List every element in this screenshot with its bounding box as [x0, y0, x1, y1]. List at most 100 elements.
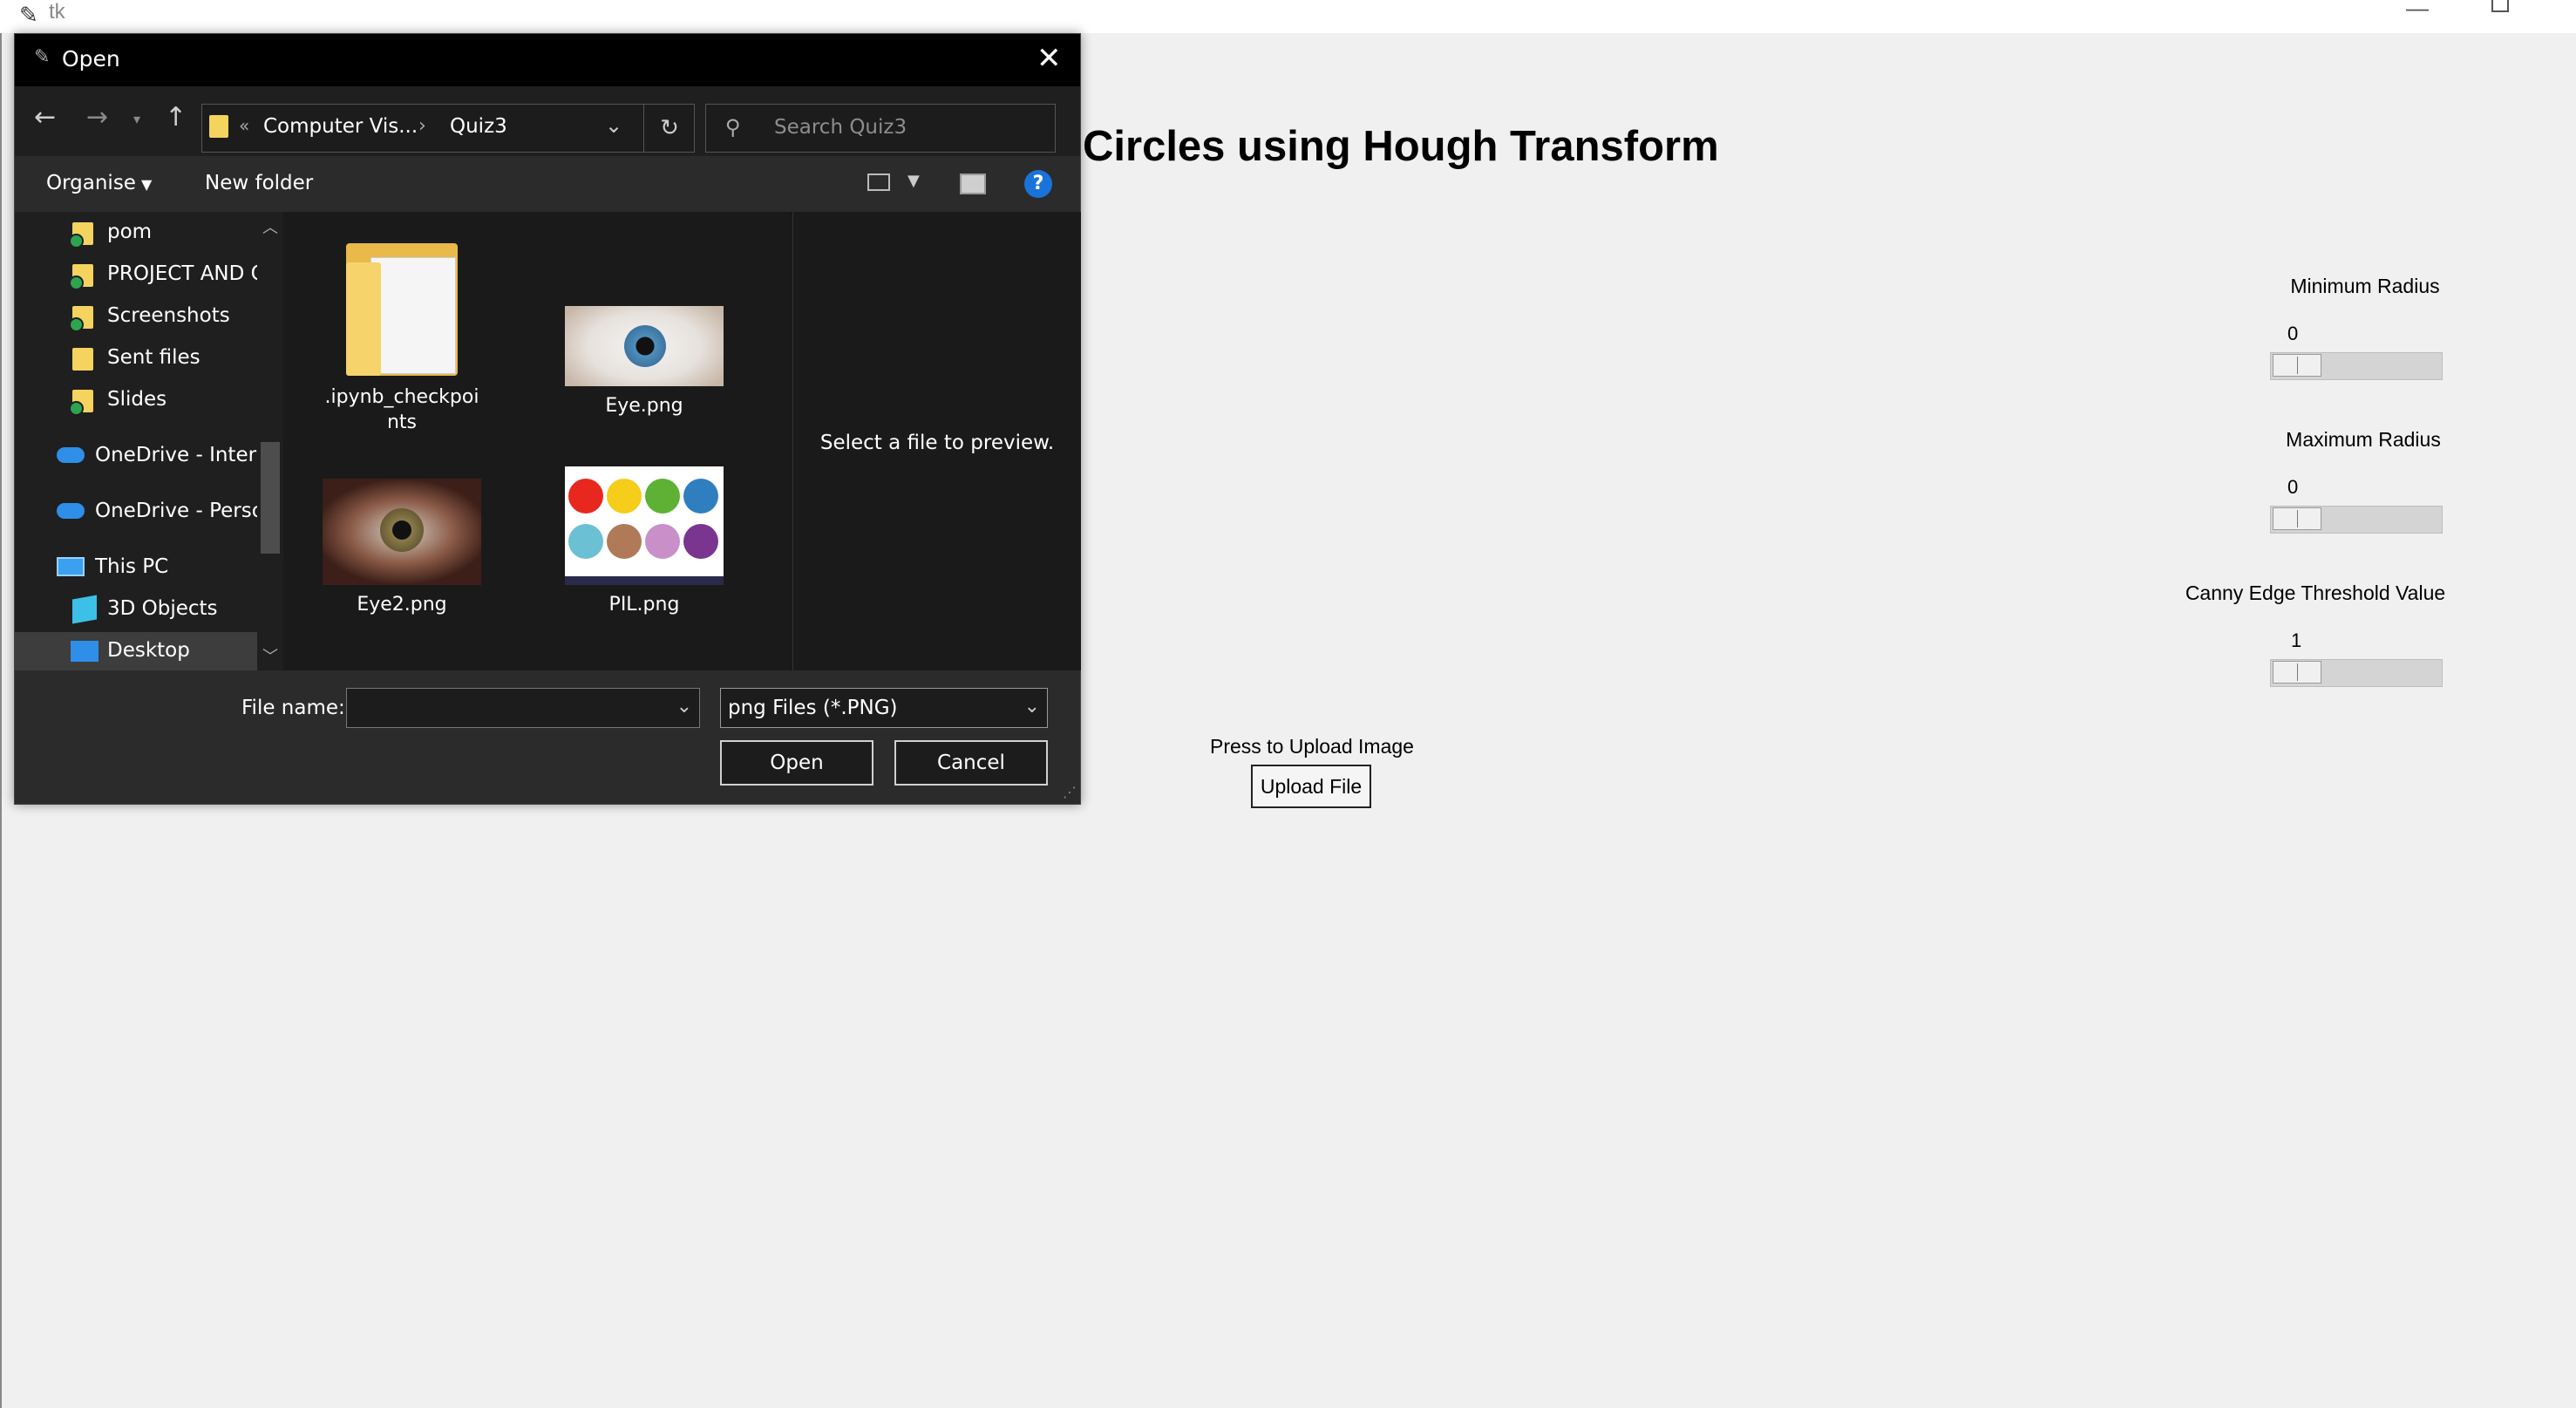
tk-feather-icon: ✎	[34, 46, 51, 68]
file-name-line1: .ipynb_checkpoi	[324, 386, 479, 408]
search-placeholder: Search Quiz3	[774, 116, 907, 139]
folder-icon	[69, 306, 93, 332]
canny-threshold-slider[interactable]	[2270, 659, 2443, 687]
eye2-iris-shape	[380, 508, 424, 552]
nav-item-onedrive-personal[interactable]: OneDrive - Persor	[15, 493, 257, 531]
up-arrow-icon[interactable]: ↑	[165, 102, 187, 133]
file-name: Eye2.png	[357, 594, 447, 616]
file-name-input[interactable]: ⌄	[346, 688, 700, 728]
nav-item-screenshots[interactable]: Screenshots	[15, 297, 257, 336]
nav-item-this-pc[interactable]: This PC	[15, 548, 257, 587]
blue-dot	[683, 479, 718, 514]
file-item-eye-png[interactable]: Eye.png	[557, 306, 731, 418]
address-bar[interactable]: « Computer Vis... › Quiz3 ⌄ ↻	[201, 104, 695, 153]
nav-item-label: This PC	[95, 555, 169, 578]
page-title: Circles using Hough Transform	[1083, 123, 1719, 170]
yellow-dot	[607, 479, 642, 514]
computer-icon	[57, 557, 85, 576]
preview-message: Select a file to preview.	[819, 432, 1055, 454]
min-radius-label: Minimum Radius	[2290, 275, 2440, 297]
app-titlebar: ✎ tk —	[0, 0, 2576, 33]
max-radius-slider[interactable]	[2270, 506, 2443, 534]
preview-pane: Select a file to preview.	[792, 212, 1081, 670]
file-item-eye2-png[interactable]: Eye2.png	[315, 479, 489, 617]
cancel-button[interactable]: Cancel	[894, 740, 1048, 786]
refresh-icon[interactable]: ↻	[643, 105, 695, 152]
upload-file-button[interactable]: Upload File	[1251, 765, 1371, 808]
file-type-select[interactable]: png Files (*.PNG) ⌄	[720, 688, 1048, 728]
folder-icon	[69, 222, 93, 248]
breadcrumb-separator-icon[interactable]: ›	[418, 115, 426, 137]
view-options-icon[interactable]	[867, 173, 890, 191]
min-radius-thumb[interactable]	[2273, 354, 2321, 377]
cube-icon	[72, 595, 97, 624]
nav-item-project[interactable]: PROJECT AND O	[15, 255, 257, 294]
view-options-caret-icon[interactable]: ▼	[907, 172, 920, 190]
max-radius-label: Maximum Radius	[2286, 428, 2441, 451]
command-bar: Organise ▼ New folder ▼ ?	[15, 156, 1080, 212]
min-radius-slider[interactable]	[2270, 352, 2443, 380]
preview-pane-icon[interactable]	[960, 173, 986, 194]
chevron-down-icon[interactable]: ⌄	[1024, 696, 1040, 718]
nav-item-label: pom	[107, 221, 153, 243]
nav-item-sent-files[interactable]: Sent files	[15, 339, 257, 378]
desktop-icon	[71, 641, 99, 662]
folder-icon	[69, 264, 93, 290]
purple-dot	[683, 524, 718, 559]
nav-item-slides[interactable]: Slides	[15, 381, 257, 419]
nav-item-desktop[interactable]: Desktop	[15, 632, 257, 670]
maximize-button[interactable]	[2491, 0, 2509, 12]
synced-check-icon	[69, 401, 84, 416]
cyan-dot	[568, 524, 603, 559]
nav-item-onedrive-international[interactable]: OneDrive - Interna	[15, 437, 257, 475]
breadcrumb-quiz3[interactable]: Quiz3	[450, 115, 507, 138]
folder-front	[346, 262, 381, 376]
nav-item-pom[interactable]: pom	[15, 214, 257, 252]
folder-icon	[72, 348, 93, 371]
open-button[interactable]: Open	[720, 740, 873, 786]
help-icon[interactable]: ?	[1024, 170, 1052, 198]
min-radius-group: Minimum Radius	[2191, 275, 2539, 298]
synced-check-icon	[69, 317, 84, 332]
cloud-icon	[57, 503, 85, 519]
nav-item-label: Slides	[107, 388, 167, 411]
eye-image-thumbnail	[565, 306, 724, 386]
scroll-down-icon[interactable]: ﹀	[262, 644, 278, 667]
max-radius-value: 0	[2287, 476, 2299, 498]
organise-menu[interactable]: Organise ▼	[46, 172, 152, 194]
file-name: .ipynb_checkpoi nts	[315, 384, 489, 435]
minimize-button[interactable]: —	[2406, 0, 2429, 22]
forward-arrow-icon[interactable]: →	[86, 102, 108, 133]
breadcrumb-computer-vision[interactable]: Computer Vis...	[263, 115, 418, 138]
close-icon[interactable]: ✕	[1037, 41, 1062, 76]
navigation-bar: ← → ▾ ↑ « Computer Vis... › Quiz3 ⌄ ↻ ⚲ …	[15, 86, 1080, 156]
caret-down-icon: ▼	[140, 176, 153, 193]
dialog-footer: File name: ⌄ png Files (*.PNG) ⌄ Open Ca…	[15, 670, 1080, 804]
chevron-down-icon[interactable]: ⌄	[605, 113, 622, 138]
search-input[interactable]: ⚲ Search Quiz3	[705, 104, 1056, 153]
canny-threshold-thumb[interactable]	[2273, 661, 2321, 684]
tk-feather-icon: ✎	[19, 2, 38, 28]
file-name-label: File name:	[241, 697, 345, 719]
file-item-ipynb-checkpoints[interactable]: .ipynb_checkpoi nts	[315, 236, 489, 435]
nav-item-3d-objects[interactable]: 3D Objects	[15, 590, 257, 629]
recent-locations-chevron-icon[interactable]: ▾	[133, 111, 140, 127]
file-type-value: png Files (*.PNG)	[728, 697, 898, 719]
scrollbar-thumb[interactable]	[261, 442, 280, 554]
nav-item-label: 3D Objects	[107, 597, 218, 620]
file-list: .ipynb_checkpoi nts Eye.png Eye2.png PIL…	[283, 212, 789, 670]
file-name-line2: nts	[386, 412, 418, 433]
folder-icon	[346, 236, 458, 378]
new-folder-button[interactable]: New folder	[205, 172, 313, 194]
organise-label: Organise	[46, 172, 136, 194]
scroll-up-icon[interactable]: ︿	[262, 215, 278, 238]
max-radius-thumb[interactable]	[2273, 507, 2321, 530]
navigation-scrollbar[interactable]: ︿ ﹀	[257, 212, 283, 670]
overflow-chevron-icon[interactable]: «	[239, 115, 249, 136]
file-item-pil-png[interactable]: PIL.png	[557, 466, 731, 617]
resize-grip-icon[interactable]: ⋰	[1063, 784, 1077, 800]
folder-icon	[69, 390, 93, 416]
pink-dot	[645, 524, 680, 559]
back-arrow-icon[interactable]: ←	[34, 102, 56, 133]
chevron-down-icon[interactable]: ⌄	[676, 696, 692, 718]
